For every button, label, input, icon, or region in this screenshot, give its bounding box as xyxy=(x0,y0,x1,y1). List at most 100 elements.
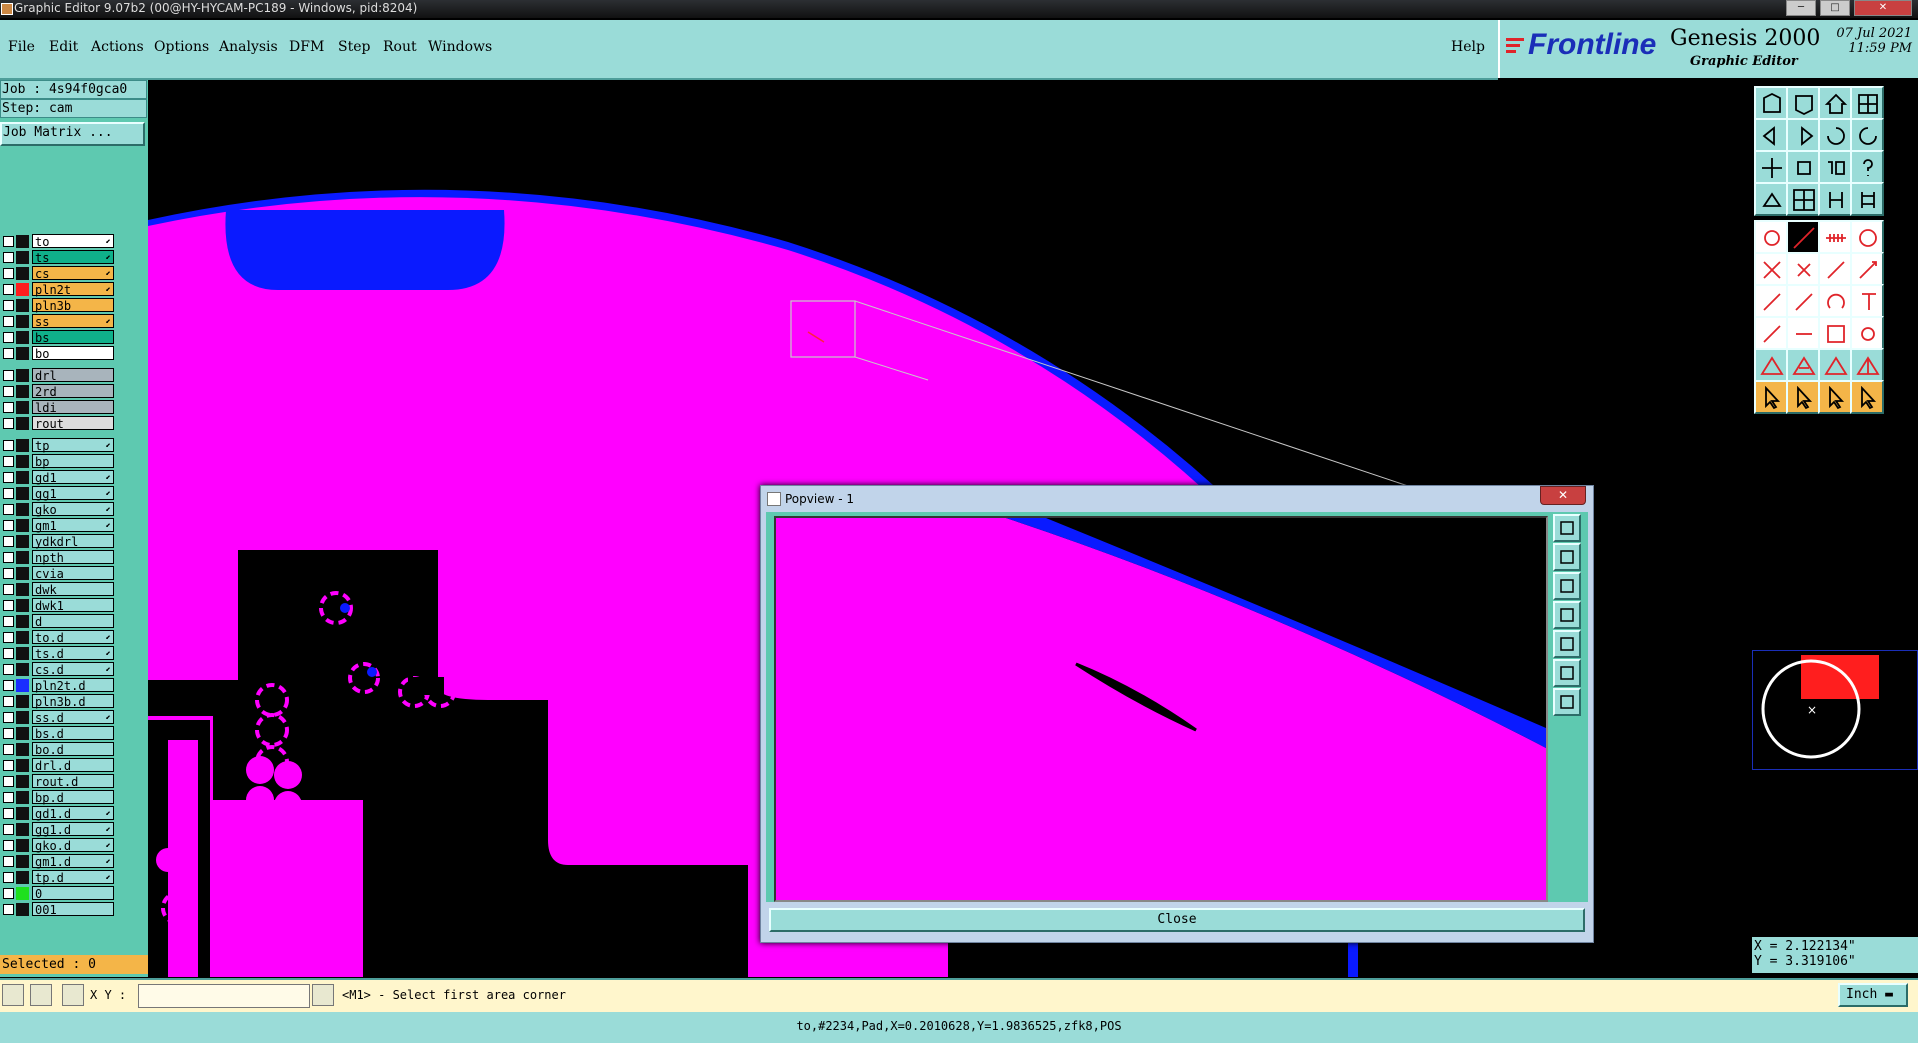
layer-row[interactable]: npth xyxy=(0,550,118,565)
layer-row[interactable]: gm1 ⬋ xyxy=(0,518,118,533)
layer-color-swatch[interactable] xyxy=(16,385,29,398)
layer-row[interactable]: d xyxy=(0,614,118,629)
layer-row[interactable]: rout.d xyxy=(0,774,118,789)
layer-row[interactable]: rout xyxy=(0,416,118,431)
polygon-edit-button[interactable] xyxy=(1850,348,1884,382)
layer-name[interactable]: ss.d ⬋ xyxy=(32,710,114,725)
layer-row[interactable]: bp xyxy=(0,454,118,469)
layer-name[interactable]: dwk xyxy=(32,582,114,597)
layer-color-swatch[interactable] xyxy=(16,535,29,548)
layer-name[interactable]: pln2t ⬋ xyxy=(32,282,114,297)
redo-view-button[interactable] xyxy=(1850,118,1884,152)
layer-color-swatch[interactable] xyxy=(16,903,29,916)
layer-color-swatch[interactable] xyxy=(16,663,29,676)
info-button[interactable] xyxy=(312,984,334,1006)
select-arrow-button[interactable] xyxy=(1754,380,1788,414)
layer-row[interactable]: bo xyxy=(0,346,118,361)
layer-color-swatch[interactable] xyxy=(16,647,29,660)
layer-name[interactable]: pln3b.d xyxy=(32,694,114,709)
layer-color-swatch[interactable] xyxy=(16,551,29,564)
zoom-home-button[interactable] xyxy=(1786,150,1820,184)
layer-checkbox[interactable] xyxy=(3,840,14,851)
arc-button[interactable] xyxy=(1818,284,1852,318)
layer-row[interactable]: bp.d xyxy=(0,790,118,805)
layer-checkbox[interactable] xyxy=(3,776,14,787)
layer-row[interactable]: bo.d xyxy=(0,742,118,757)
layer-row[interactable]: 2rd xyxy=(0,384,118,399)
layer-checkbox[interactable] xyxy=(3,808,14,819)
layer-row[interactable]: ss ⬋ xyxy=(0,314,118,329)
layer-row[interactable]: tp ⬋ xyxy=(0,438,118,453)
pan-tool-button[interactable] xyxy=(2,984,24,1006)
layer-checkbox[interactable] xyxy=(3,300,14,311)
layer-row[interactable]: gg1.d ⬋ xyxy=(0,822,118,837)
select-pad-button[interactable] xyxy=(1850,316,1884,350)
xy-input[interactable] xyxy=(138,984,310,1008)
popview-tool-button[interactable] xyxy=(1553,572,1581,600)
layer-color-swatch[interactable] xyxy=(16,823,29,836)
layer-checkbox[interactable] xyxy=(3,402,14,413)
layer-row[interactable]: gg1 ⬋ xyxy=(0,486,118,501)
layer-checkbox[interactable] xyxy=(3,632,14,643)
layer-checkbox[interactable] xyxy=(3,600,14,611)
layer-name[interactable]: pln2t.d xyxy=(32,678,114,693)
layer-checkbox[interactable] xyxy=(3,824,14,835)
layer-color-swatch[interactable] xyxy=(16,487,29,500)
layer-row[interactable]: 001 xyxy=(0,902,118,917)
layer-checkbox[interactable] xyxy=(3,568,14,579)
bbox-button[interactable] xyxy=(1818,316,1852,350)
layer-checkbox[interactable] xyxy=(3,904,14,915)
home-button[interactable] xyxy=(1818,86,1852,120)
layer-color-swatch[interactable] xyxy=(16,299,29,312)
layer-color-swatch[interactable] xyxy=(16,775,29,788)
grid-tool-button[interactable] xyxy=(62,984,84,1006)
zoom-1to1-button[interactable] xyxy=(1818,150,1852,184)
layer-name[interactable]: rout.d xyxy=(32,774,114,789)
layer-name[interactable]: drl xyxy=(32,368,114,383)
layer-row[interactable]: tp.d ⬋ xyxy=(0,870,118,885)
text-button[interactable] xyxy=(1850,284,1884,318)
layer-row[interactable]: gd1 ⬋ xyxy=(0,470,118,485)
layer-row[interactable]: gm1.d ⬋ xyxy=(0,854,118,869)
popview-canvas[interactable] xyxy=(774,516,1548,902)
layer-color-swatch[interactable] xyxy=(16,711,29,724)
drill-button[interactable] xyxy=(1850,220,1884,254)
layer-row[interactable]: bs.d xyxy=(0,726,118,741)
layer-row[interactable]: 0 xyxy=(0,886,118,901)
menu-options[interactable]: Options xyxy=(154,39,209,55)
save-button[interactable] xyxy=(1786,86,1820,120)
layer-name[interactable]: bp.d xyxy=(32,790,114,805)
menu-actions[interactable]: Actions xyxy=(91,39,144,55)
layer-row[interactable]: gko ⬋ xyxy=(0,502,118,517)
layer-checkbox[interactable] xyxy=(3,488,14,499)
layer-checkbox[interactable] xyxy=(3,648,14,659)
layer-row[interactable]: bs xyxy=(0,330,118,345)
close-window-button[interactable]: ✕ xyxy=(1854,0,1912,16)
polygon-button[interactable] xyxy=(1754,348,1788,382)
units-dropdown[interactable]: Inch ▬ xyxy=(1838,983,1908,1007)
board-minimap[interactable]: × xyxy=(1752,650,1918,770)
layer-color-swatch[interactable] xyxy=(16,251,29,264)
layer-checkbox[interactable] xyxy=(3,616,14,627)
layer-checkbox[interactable] xyxy=(3,252,14,263)
slash-button[interactable] xyxy=(1786,284,1820,318)
select-lasso-button[interactable] xyxy=(1818,380,1852,414)
layer-name[interactable]: ss ⬋ xyxy=(32,314,114,329)
snap-net-alt-button[interactable] xyxy=(1850,182,1884,216)
menu-help[interactable]: Help xyxy=(1451,39,1485,55)
popview-tool-button[interactable] xyxy=(1553,514,1581,542)
maximize-button[interactable]: □ xyxy=(1820,0,1850,16)
undo-view-button[interactable] xyxy=(1818,118,1852,152)
layer-row[interactable]: pln3b.d xyxy=(0,694,118,709)
layer-row[interactable]: ts ⬋ xyxy=(0,250,118,265)
layer-checkbox[interactable] xyxy=(3,856,14,867)
layer-checkbox[interactable] xyxy=(3,520,14,531)
layer-color-swatch[interactable] xyxy=(16,887,29,900)
connect-button[interactable] xyxy=(1754,252,1788,286)
layer-name[interactable]: d xyxy=(32,614,114,629)
layer-name[interactable]: 0 xyxy=(32,886,114,901)
layer-color-swatch[interactable] xyxy=(16,519,29,532)
layer-row[interactable]: dwk xyxy=(0,582,118,597)
layer-name[interactable]: 001 xyxy=(32,902,114,917)
layer-name[interactable]: gko.d ⬋ xyxy=(32,838,114,853)
